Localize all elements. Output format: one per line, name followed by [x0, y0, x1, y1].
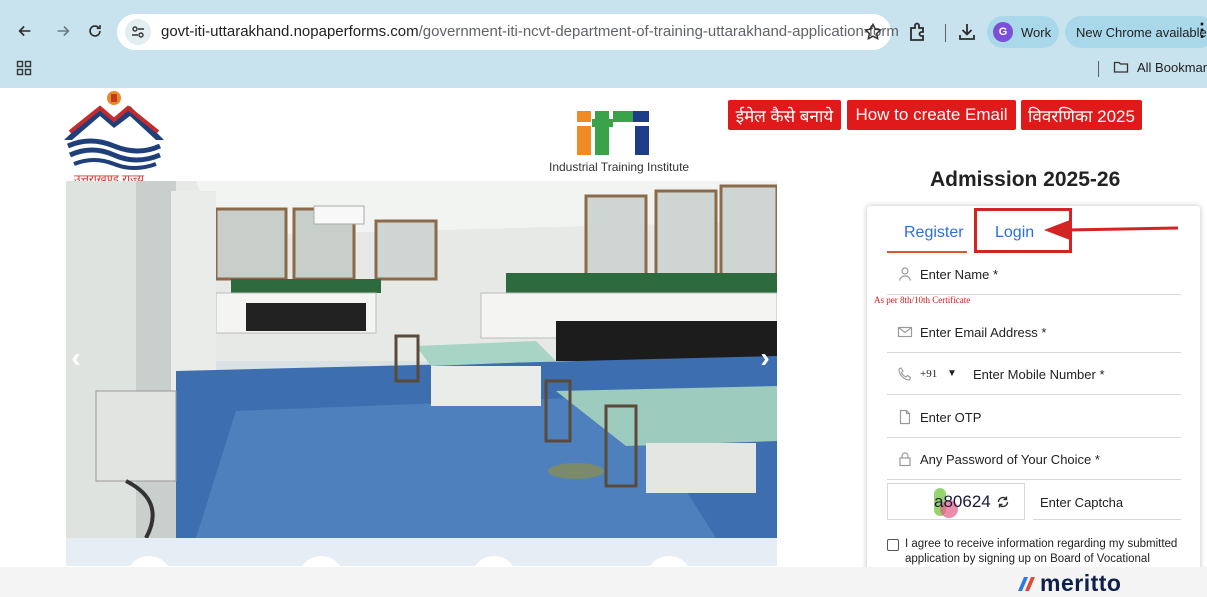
profile-avatar: G: [993, 22, 1013, 42]
active-tab-indicator: [887, 251, 967, 253]
agree-checkbox[interactable]: [887, 539, 899, 551]
browser-menu-icon[interactable]: ⋮: [1193, 20, 1207, 40]
how-to-create-email-hindi-button[interactable]: ईमेल कैसे बनाये: [728, 100, 841, 130]
profile-label: Work: [1021, 24, 1052, 40]
download-icon[interactable]: [955, 20, 979, 44]
page-footer: meritto: [0, 567, 1207, 597]
brochure-2025-button[interactable]: विवरणिका 2025: [1021, 100, 1142, 130]
meritto-logo: meritto: [1018, 571, 1121, 595]
browser-toolbar: govt-iti-uttarakhand.nopaperforms.com/go…: [0, 12, 1207, 52]
forward-icon[interactable]: [50, 18, 76, 44]
meritto-brand: meritto: [1040, 570, 1122, 596]
feature-circle: [126, 556, 172, 566]
url-path: /government-iti-ncvt-department-of-train…: [418, 23, 899, 40]
agree-text: I agree to receive information regarding…: [905, 538, 1178, 565]
profile-chip[interactable]: G Work: [987, 16, 1059, 48]
captcha-image: a80624: [887, 483, 1025, 520]
features-strip: [66, 538, 777, 566]
chrome-update-button[interactable]: New Chrome available: [1065, 16, 1207, 48]
browser-chrome: govt-iti-uttarakhand.nopaperforms.com/go…: [0, 0, 1207, 88]
bookmarks-divider: [1098, 61, 1099, 77]
extensions-icon[interactable]: [906, 20, 930, 44]
all-bookmarks-label: All Bookmarks: [1137, 59, 1207, 75]
workshop-photo: [66, 181, 777, 538]
chevron-down-icon[interactable]: ▼: [947, 368, 957, 379]
iti-tagline: Industrial Training Institute: [549, 160, 690, 174]
password-field[interactable]: Any Password of Your Choice *: [887, 440, 1181, 480]
carousel-next-button[interactable]: ›: [755, 341, 775, 375]
name-field[interactable]: Enter Name *: [887, 255, 1181, 295]
captcha-value: a80624: [934, 492, 991, 511]
mobile-field-label: Enter Mobile Number *: [973, 367, 1105, 382]
web-page: उत्तराखण्ड राज्य Industrial Training Ins…: [0, 88, 1207, 597]
how-to-create-email-button[interactable]: How to create Email: [847, 100, 1016, 130]
annotation-arrow-icon: [1044, 220, 1178, 240]
site-info-icon[interactable]: [125, 19, 151, 45]
password-field-label: Any Password of Your Choice *: [920, 452, 1100, 467]
tab-register[interactable]: Register: [904, 224, 964, 242]
iti-logo: [577, 111, 649, 155]
bookmarks-bar: All Bookmarks: [0, 54, 1207, 84]
back-icon[interactable]: [12, 18, 38, 44]
captcha-input[interactable]: Enter Captcha: [1033, 483, 1181, 520]
email-field-label: Enter Email Address *: [920, 325, 1047, 340]
star-icon[interactable]: [863, 22, 883, 42]
name-hint: As per 8th/10th Certificate: [874, 295, 971, 305]
user-icon: [898, 267, 912, 281]
refresh-icon[interactable]: [996, 495, 1010, 509]
admission-title: Admission 2025-26: [930, 168, 1121, 191]
otp-field[interactable]: Enter OTP: [887, 398, 1181, 438]
email-field[interactable]: Enter Email Address *: [887, 313, 1181, 353]
feature-circle: [471, 556, 517, 566]
document-icon: [899, 409, 911, 425]
name-field-label: Enter Name *: [920, 267, 999, 282]
lock-icon: [899, 452, 911, 467]
otp-field-label: Enter OTP: [920, 410, 982, 425]
country-code-select[interactable]: +91: [920, 368, 937, 380]
carousel-prev-button[interactable]: ‹: [66, 341, 86, 375]
mobile-field[interactable]: +91 ▼ Enter Mobile Number *: [887, 355, 1181, 395]
phone-icon: [898, 367, 912, 381]
image-carousel: ‹ ›: [66, 181, 777, 538]
folder-icon: [1113, 61, 1129, 73]
mail-icon: [897, 326, 913, 338]
address-bar[interactable]: govt-iti-uttarakhand.nopaperforms.com/go…: [117, 14, 899, 50]
url-text[interactable]: govt-iti-uttarakhand.nopaperforms.com/go…: [161, 23, 899, 41]
url-host: govt-iti-uttarakhand.nopaperforms.com: [161, 23, 419, 40]
captcha-field-label: Enter Captcha: [1040, 495, 1124, 510]
feature-circle: [298, 556, 344, 566]
uttarakhand-emblem: [64, 91, 164, 170]
meritto-mark-icon: [1018, 577, 1035, 591]
all-bookmarks-button[interactable]: All Bookmarks: [1113, 59, 1207, 75]
reload-icon[interactable]: [82, 18, 108, 44]
feature-circle: [646, 556, 692, 566]
apps-icon[interactable]: [16, 60, 32, 76]
toolbar-divider: [945, 24, 946, 42]
registration-form: Register Login Enter Name * As per 8th/1…: [867, 206, 1200, 586]
